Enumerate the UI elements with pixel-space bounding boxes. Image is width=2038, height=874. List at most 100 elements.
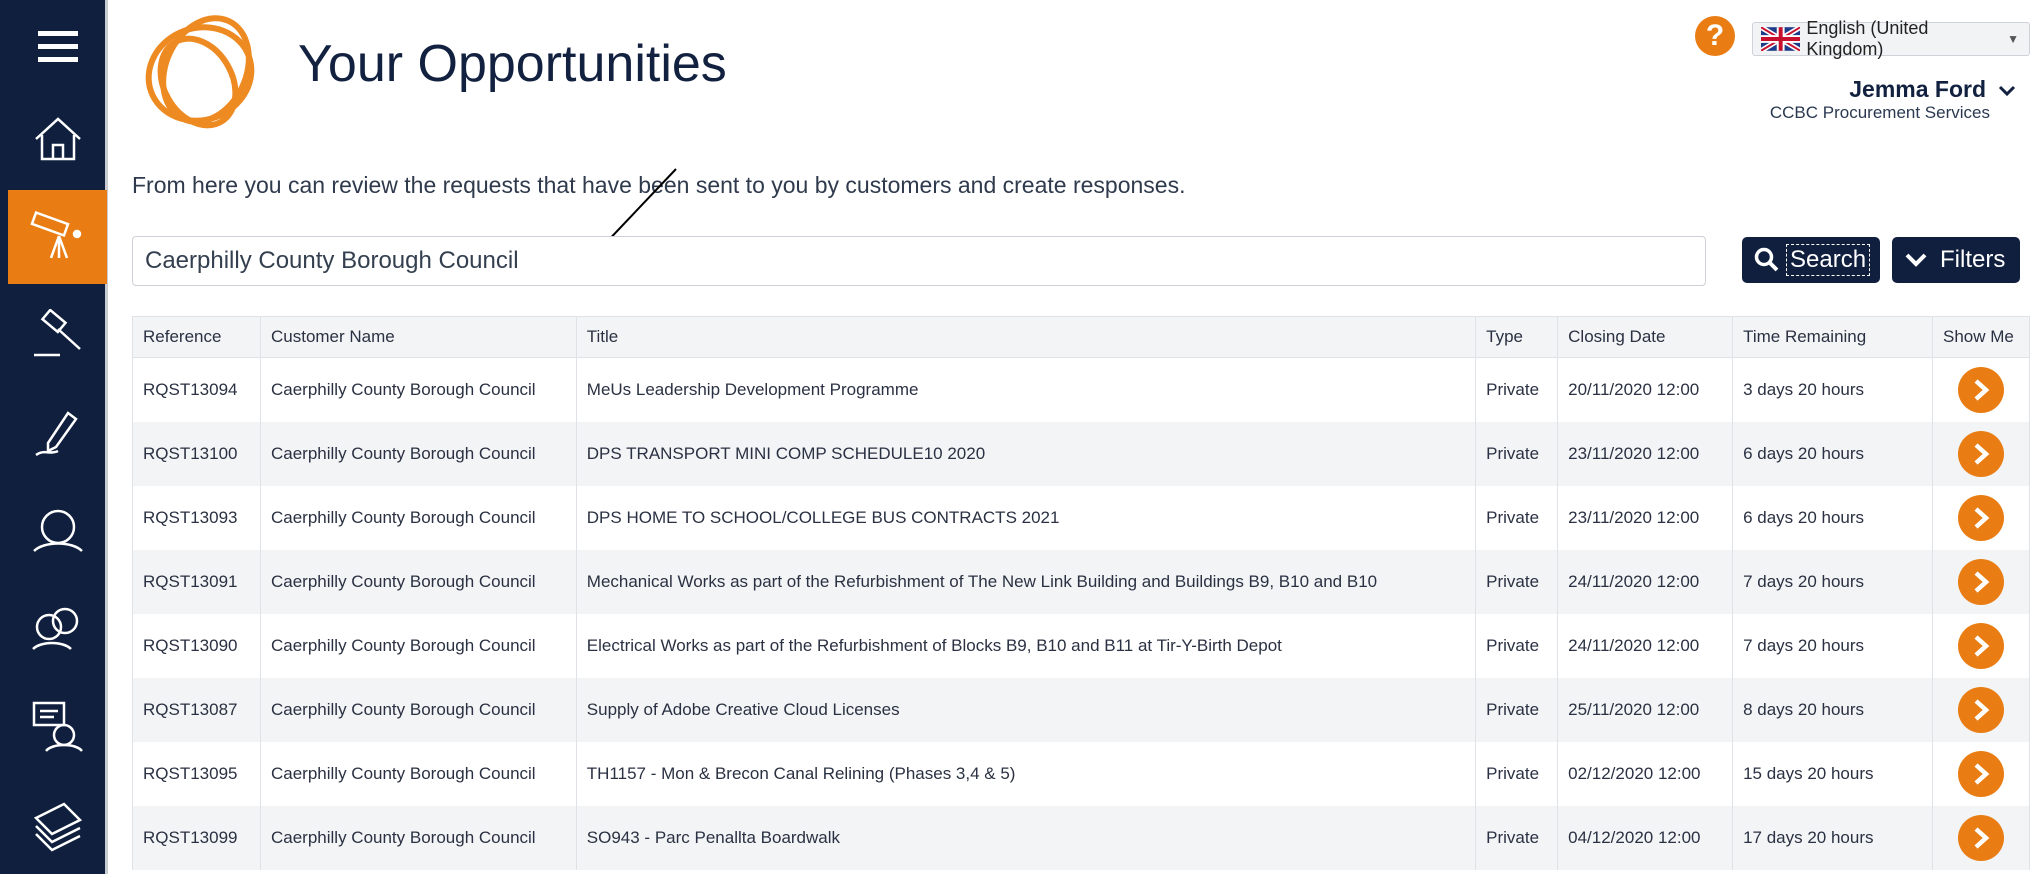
cell-time-remaining: 7 days 20 hours (1732, 550, 1933, 614)
cell-time-remaining: 3 days 20 hours (1732, 357, 1933, 422)
cell-customer: Caerphilly County Borough Council (259, 357, 577, 422)
column-header-show-me: Show Me (1931, 316, 2031, 358)
show-me-button[interactable] (1957, 367, 2004, 413)
person-icon (32, 509, 83, 552)
language-select[interactable]: English (United Kingdom) ▼ (1752, 18, 2030, 59)
cell-show-me (1931, 614, 2031, 678)
cell-show-me (1931, 422, 2031, 486)
document-stack-icon (33, 802, 82, 852)
cell-reference: RQST13087 (132, 678, 261, 742)
cell-show-me (1931, 742, 2031, 806)
cell-closing-date: 20/11/2020 12:00 (1557, 357, 1734, 422)
table-row: RQST13099 Caerphilly County Borough Coun… (132, 806, 2031, 870)
filters-button-label: Filters (1940, 246, 2006, 273)
column-header-time-remaining[interactable]: Time Remaining (1732, 316, 1933, 358)
cell-type: Private (1475, 678, 1559, 742)
chevron-right-icon (1974, 827, 1990, 849)
cell-customer: Caerphilly County Borough Council (259, 614, 577, 678)
column-header-customer-name[interactable]: Customer Name (259, 316, 577, 358)
cell-reference: RQST13095 (132, 742, 261, 806)
cell-title: TH1157 - Mon & Brecon Canal Relining (Ph… (575, 742, 1477, 806)
cell-title: DPS TRANSPORT MINI COMP SCHEDULE10 2020 (575, 422, 1477, 486)
telescope-icon (29, 210, 81, 259)
show-me-button[interactable] (1957, 751, 2004, 797)
search-button[interactable]: Search (1742, 237, 1880, 283)
cell-title: Electrical Works as part of the Refurbis… (575, 614, 1477, 678)
sidebar-item-documents[interactable] (8, 778, 107, 872)
menu-button[interactable] (8, 0, 107, 94)
cell-reference: RQST13090 (132, 614, 261, 678)
cell-type: Private (1475, 614, 1559, 678)
cell-closing-date: 23/11/2020 12:00 (1557, 486, 1734, 550)
table-header-row: Reference Customer Name Title Type Closi… (132, 316, 2031, 358)
column-header-type[interactable]: Type (1475, 316, 1559, 358)
cell-time-remaining: 7 days 20 hours (1732, 614, 1933, 678)
show-me-button[interactable] (1957, 687, 2004, 733)
show-me-button[interactable] (1957, 559, 2004, 605)
chevron-right-icon (1974, 763, 1990, 785)
cell-type: Private (1475, 486, 1559, 550)
cell-title: Mechanical Works as part of the Refurbis… (575, 550, 1477, 614)
cell-time-remaining: 15 days 20 hours (1732, 742, 1933, 806)
sidebar-item-opportunities[interactable] (8, 190, 107, 284)
chevron-right-icon (1974, 699, 1990, 721)
show-me-button[interactable] (1957, 623, 2004, 669)
sidebar-item-contacts[interactable] (8, 582, 107, 676)
chevron-down-icon (1905, 253, 1927, 267)
table-row: RQST13091 Caerphilly County Borough Coun… (132, 550, 2031, 614)
gavel-icon (33, 309, 81, 357)
show-me-button[interactable] (1957, 495, 2004, 541)
cell-reference: RQST13099 (132, 806, 261, 870)
column-header-reference[interactable]: Reference (132, 316, 261, 358)
cell-show-me (1931, 806, 2031, 870)
show-me-button[interactable] (1957, 431, 2004, 477)
user-organisation: CCBC Procurement Services (1769, 103, 1990, 122)
home-icon (34, 117, 81, 161)
search-icon (1754, 247, 1779, 272)
column-header-title[interactable]: Title (575, 316, 1477, 358)
sidebar-item-auctions[interactable] (8, 288, 107, 382)
chevron-right-icon (1974, 635, 1990, 657)
menu-icon (37, 31, 78, 62)
cell-show-me (1931, 678, 2031, 742)
sidebar-item-messages[interactable] (8, 680, 107, 774)
cell-time-remaining: 6 days 20 hours (1732, 486, 1933, 550)
help-icon[interactable]: ? (1695, 16, 1735, 56)
user-menu-chevron-icon[interactable] (1998, 84, 2016, 98)
cell-show-me (1931, 550, 2031, 614)
table-row: RQST13090 Caerphilly County Borough Coun… (132, 614, 2031, 678)
sidebar-item-profile[interactable] (8, 484, 107, 578)
cell-type: Private (1475, 806, 1559, 870)
cell-reference: RQST13091 (132, 550, 261, 614)
table-row: RQST13093 Caerphilly County Borough Coun… (132, 486, 2031, 550)
pen-icon (34, 411, 78, 457)
search-input[interactable]: Caerphilly County Borough Council (132, 236, 1706, 286)
filters-button[interactable]: Filters (1892, 237, 2020, 283)
cell-customer: Caerphilly County Borough Council (259, 422, 577, 486)
show-me-button[interactable] (1957, 815, 2004, 861)
cell-title: DPS HOME TO SCHOOL/COLLEGE BUS CONTRACTS… (575, 486, 1477, 550)
cell-reference: RQST13094 (132, 357, 261, 422)
chevron-down-icon: ▼ (2007, 32, 2019, 46)
cell-type: Private (1475, 550, 1559, 614)
table-row: RQST13094 Caerphilly County Borough Coun… (132, 357, 2031, 422)
language-label: English (United Kingdom) (1806, 18, 1929, 59)
chevron-right-icon (1974, 507, 1990, 529)
cell-customer: Caerphilly County Borough Council (259, 486, 577, 550)
sidebar-item-home[interactable] (8, 92, 107, 186)
cell-show-me (1931, 357, 2031, 422)
user-name[interactable]: Jemma Ford (1849, 76, 1986, 103)
cell-customer: Caerphilly County Borough Council (259, 678, 577, 742)
cell-closing-date: 24/11/2020 12:00 (1557, 550, 1734, 614)
column-header-closing-date[interactable]: Closing Date (1557, 316, 1734, 358)
cell-reference: RQST13093 (132, 486, 261, 550)
opportunities-table: Reference Customer Name Title Type Closi… (132, 316, 2031, 870)
sidebar-item-responses[interactable] (8, 386, 107, 480)
cell-closing-date: 02/12/2020 12:00 (1557, 742, 1734, 806)
chevron-right-icon (1974, 571, 1990, 593)
cell-type: Private (1475, 742, 1559, 806)
page-title: Your Opportunities (298, 35, 727, 93)
cell-time-remaining: 6 days 20 hours (1732, 422, 1933, 486)
chat-person-icon (32, 701, 83, 752)
cell-title: SO943 - Parc Penallta Boardwalk (575, 806, 1477, 870)
